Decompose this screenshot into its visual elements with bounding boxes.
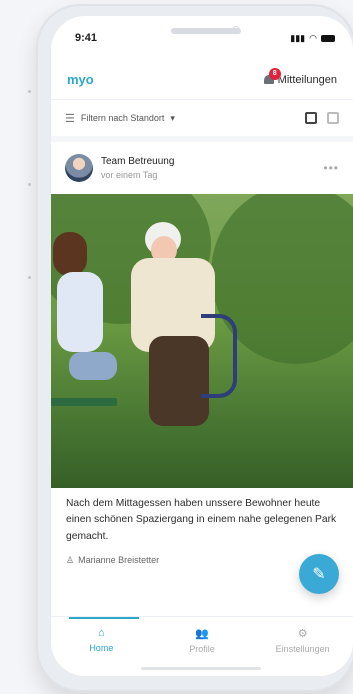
signal-icon: ▮▮▮ (290, 32, 306, 43)
status-bar: 9:41 ▮▮▮ ◠ (51, 16, 353, 60)
tab-home-label: Home (89, 643, 114, 653)
byline-name[interactable]: Marianne Breistetter (78, 555, 159, 565)
notifications-button[interactable]: 8 Mitteilungen (263, 67, 337, 86)
background-dots (28, 90, 34, 350)
filter-bar: ☰ Filtern nach Standort ▾ (51, 100, 353, 142)
post-body: Nach dem Mittagessen haben unssere Bewoh… (51, 488, 353, 566)
tab-settings[interactable]: ⚙ Einstellungen (263, 627, 343, 676)
bench (51, 398, 117, 406)
post-photo[interactable] (51, 194, 353, 488)
post-header: Team Betreuung vor einem Tag ••• (51, 142, 353, 194)
status-time: 9:41 (75, 32, 98, 44)
notifications-label: Mitteilungen (277, 73, 337, 86)
post-byline: ♙ Marianne Breistetter (66, 555, 339, 566)
notch (171, 28, 241, 34)
caregiver-figure (51, 224, 119, 394)
phone-screen: 9:41 ▮▮▮ ◠ myo 8 Mitteilungen ☰ Filtern … (51, 16, 353, 676)
gear-icon: ⚙ (297, 628, 308, 640)
author-avatar[interactable] (65, 154, 93, 182)
chevron-down-icon: ▾ (170, 112, 175, 123)
wifi-icon: ◠ (309, 32, 317, 43)
battery-icon (321, 34, 335, 42)
post-author[interactable]: Team Betreuung (101, 156, 315, 167)
people-icon: 👥 (195, 628, 209, 640)
list-view-icon[interactable] (305, 112, 317, 124)
create-post-button[interactable]: ✎ (299, 554, 339, 594)
grid-view-icon[interactable] (327, 112, 339, 124)
active-tab-indicator (69, 617, 139, 619)
post-meta: Team Betreuung vor einem Tag (101, 156, 315, 180)
wheelchair (201, 314, 237, 398)
post-timestamp: vor einem Tag (101, 170, 158, 180)
home-icon: ⌂ (98, 627, 105, 639)
post-text: Nach dem Mittagessen haben unssere Bewoh… (66, 498, 337, 542)
tab-settings-label: Einstellungen (275, 644, 330, 654)
pencil-plus-icon: ✎ (312, 566, 326, 583)
filter-label: Filtern nach Standort (80, 113, 165, 123)
brand-logo[interactable]: myo (67, 72, 94, 87)
location-filter[interactable]: ☰ Filtern nach Standort ▾ (65, 112, 175, 125)
tab-home[interactable]: ⌂ Home (61, 627, 141, 676)
status-icons: ▮▮▮ ◠ (290, 33, 335, 44)
more-options-icon[interactable]: ••• (323, 161, 339, 175)
home-indicator (141, 667, 261, 670)
view-toggle (305, 112, 339, 124)
tab-profile-label: Profile (189, 644, 215, 654)
filter-icon: ☰ (65, 112, 75, 125)
camera-dot (232, 26, 240, 34)
user-icon: ♙ (66, 554, 75, 565)
bottom-tab-bar: ⌂ Home 👥 Profile ⚙ Einstellungen (51, 616, 353, 676)
notification-badge: 8 (268, 67, 281, 80)
app-bar: myo 8 Mitteilungen (51, 60, 353, 100)
